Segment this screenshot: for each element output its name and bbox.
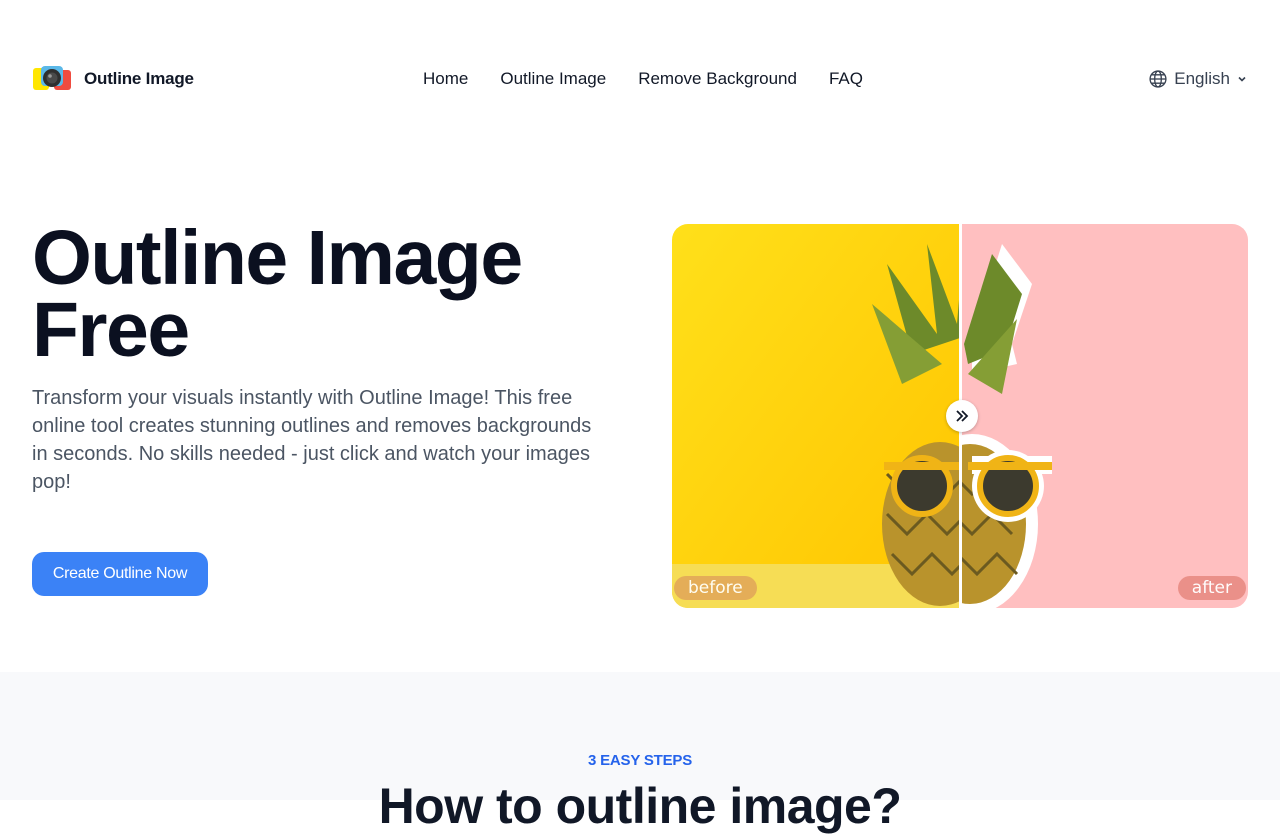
hero-title: Outline Image Free xyxy=(32,220,632,369)
after-label: after xyxy=(1177,576,1246,600)
double-chevron-right-icon xyxy=(953,407,971,425)
steps-kicker: 3 EASY STEPS xyxy=(587,752,693,769)
camera-logo-icon xyxy=(32,64,72,94)
comparison-slider-handle[interactable] xyxy=(946,400,978,432)
nav-remove-background[interactable]: Remove Background xyxy=(638,68,797,90)
how-to-section: 3 EASY STEPS How to outline image? xyxy=(0,672,1280,834)
create-outline-button[interactable]: Create Outline Now xyxy=(32,552,208,596)
hero-title-line-2: Free xyxy=(32,287,190,373)
language-label: English xyxy=(1174,69,1230,88)
nav-outline-image[interactable]: Outline Image xyxy=(500,68,606,90)
language-selector[interactable]: English xyxy=(1148,68,1248,90)
hero-description: Transform your visuals instantly with Ou… xyxy=(32,387,592,493)
site-header: Outline Image Home Outline Image Remove … xyxy=(0,0,1280,160)
brand-name: Outline Image xyxy=(84,69,194,88)
before-after-comparison[interactable]: before after xyxy=(672,224,1248,608)
nav-faq[interactable]: FAQ xyxy=(829,68,863,90)
chevron-down-icon xyxy=(1236,73,1248,85)
globe-icon xyxy=(1148,69,1168,89)
brand-link[interactable]: Outline Image xyxy=(32,64,194,94)
main-nav: Home Outline Image Remove Background FAQ xyxy=(423,68,863,90)
nav-home[interactable]: Home xyxy=(423,68,468,90)
before-label: before xyxy=(674,576,757,600)
steps-title: How to outline image? xyxy=(378,778,902,834)
